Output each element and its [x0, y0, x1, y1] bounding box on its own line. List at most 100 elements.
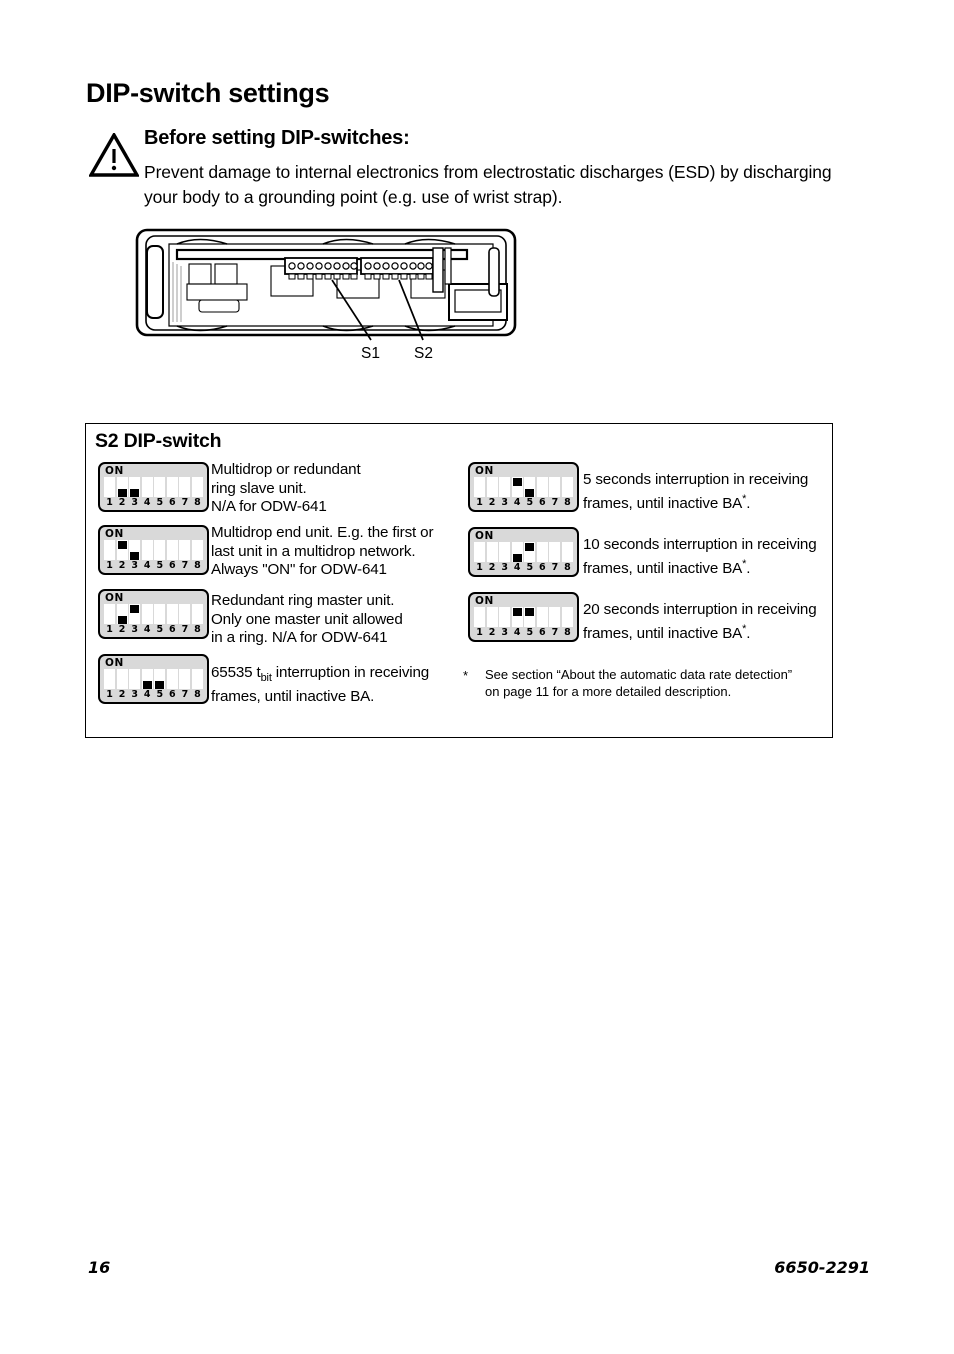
dip-switch-diagram-left-1[interactable]: ON 1 2 3 4 5 6 7 8 — [98, 462, 209, 512]
dip-number-3: 3 — [131, 689, 138, 700]
dip-cell-2[interactable] — [486, 607, 498, 627]
dip-cell-5[interactable] — [524, 607, 536, 627]
dip-number-1: 1 — [106, 560, 113, 571]
dip-cell-5[interactable] — [524, 542, 536, 562]
dip-number-1: 1 — [476, 627, 483, 638]
device-label-s2: S2 — [414, 345, 433, 362]
footnote-line-2: on page 11 for a more detailed descripti… — [485, 684, 732, 699]
dip-cell-2[interactable] — [116, 477, 128, 497]
dip-entry-description-right-2: 10 seconds interruption in receiving fra… — [583, 536, 817, 578]
dip-knob — [525, 607, 535, 616]
dip-cell-3[interactable] — [499, 607, 511, 627]
dip-cell-4[interactable] — [141, 477, 153, 497]
dip-on-label: ON — [105, 465, 124, 477]
dip-cell-3[interactable] — [129, 477, 141, 497]
dip-cell-8[interactable] — [191, 540, 203, 560]
dip-cell-8[interactable] — [191, 604, 203, 624]
dip-cell-4[interactable] — [141, 669, 153, 689]
dip-number-7: 7 — [551, 627, 559, 638]
warning-body: Prevent damage to internal electronics f… — [144, 160, 844, 210]
dip-cell-1[interactable] — [104, 669, 116, 689]
dip-number-7: 7 — [181, 560, 189, 571]
dip-number-4: 4 — [513, 562, 521, 573]
dip-number-8: 8 — [564, 497, 571, 508]
dip-entry-description-left-3: Redundant ring master unit. Only one mas… — [211, 592, 403, 648]
dip-cell-4[interactable] — [511, 477, 523, 497]
dip-cell-3[interactable] — [129, 540, 141, 560]
dip-cell-3[interactable] — [499, 477, 511, 497]
dip-switch-diagram-left-2[interactable]: ON 1 2 3 4 5 6 7 8 — [98, 525, 209, 575]
dip-number-3: 3 — [501, 562, 508, 573]
warning-body-line-1: Prevent damage to internal electronics f… — [144, 162, 716, 182]
dip-cell-4[interactable] — [141, 604, 153, 624]
dip-cell-7[interactable] — [549, 542, 561, 562]
dip-cell-7[interactable] — [179, 477, 191, 497]
entry-text-suffix: . — [746, 624, 751, 642]
dip-cell-1[interactable] — [474, 477, 486, 497]
dip-cell-8[interactable] — [561, 477, 573, 497]
dip-cell-4[interactable] — [141, 540, 153, 560]
dip-cell-1[interactable] — [104, 540, 116, 560]
dip-switch-diagram-right-1[interactable]: ON 1 2 3 4 5 6 7 8 — [468, 462, 579, 512]
dip-cell-8[interactable] — [561, 542, 573, 562]
dip-cell-2[interactable] — [116, 669, 128, 689]
dip-cell-6[interactable] — [536, 542, 548, 562]
footer-page-number: 16 — [88, 1258, 111, 1277]
dip-cell-1[interactable] — [474, 607, 486, 627]
dip-on-label: ON — [105, 528, 124, 540]
entry-line-2: Only one master unit allowed — [211, 610, 403, 628]
footnote-marker: * — [463, 668, 469, 683]
dip-on-label: ON — [105, 657, 124, 669]
dip-cell-3[interactable] — [129, 669, 141, 689]
dip-cell-4[interactable] — [511, 607, 523, 627]
dip-cell-2[interactable] — [116, 540, 128, 560]
dip-cell-8[interactable] — [561, 607, 573, 627]
dip-cell-6[interactable] — [166, 540, 178, 560]
dip-cell-7[interactable] — [179, 604, 191, 624]
dip-cell-6[interactable] — [536, 607, 548, 627]
dip-cell-6[interactable] — [166, 669, 178, 689]
dip-cell-4[interactable] — [511, 542, 523, 562]
dip-cell-6[interactable] — [166, 477, 178, 497]
dip-number-1: 1 — [106, 497, 113, 508]
entry-tbit-rest: interruption in receiving — [271, 664, 430, 681]
dip-cell-5[interactable] — [154, 604, 166, 624]
dip-number-2: 2 — [488, 562, 496, 573]
dip-cell-2[interactable] — [486, 477, 498, 497]
dip-switch-diagram-right-2[interactable]: ON 1 2 3 4 5 6 7 8 — [468, 527, 579, 577]
dip-number-4: 4 — [513, 497, 521, 508]
dip-cell-1[interactable] — [104, 604, 116, 624]
dip-cell-6[interactable] — [536, 477, 548, 497]
dip-number-7: 7 — [181, 624, 189, 635]
entry-line-1: Multidrop or redundant — [211, 461, 361, 478]
dip-cell-7[interactable] — [549, 607, 561, 627]
dip-switch-diagram-left-4[interactable]: ON 1 2 3 4 5 6 7 8 — [98, 654, 209, 704]
dip-cell-3[interactable] — [499, 542, 511, 562]
dip-cell-5[interactable] — [154, 477, 166, 497]
dip-cell-6[interactable] — [166, 604, 178, 624]
dip-cell-7[interactable] — [549, 477, 561, 497]
dip-number-8: 8 — [564, 562, 571, 573]
dip-switch-diagram-left-3[interactable]: ON 1 2 3 4 5 6 7 8 — [98, 589, 209, 639]
dip-number-3: 3 — [501, 497, 508, 508]
dip-switch-diagram-right-3[interactable]: ON 1 2 3 4 5 6 7 8 — [468, 592, 579, 642]
dip-cell-7[interactable] — [179, 669, 191, 689]
dip-cell-1[interactable] — [474, 542, 486, 562]
dip-cell-3[interactable] — [129, 604, 141, 624]
dip-cell-8[interactable] — [191, 477, 203, 497]
dip-cell-5[interactable] — [154, 540, 166, 560]
dip-cell-5[interactable] — [524, 477, 536, 497]
dip-cell-8[interactable] — [191, 669, 203, 689]
entry-line-2: frames, until inactive BA*. — [583, 490, 808, 514]
dip-cell-5[interactable] — [154, 669, 166, 689]
dip-number-1: 1 — [476, 562, 483, 573]
entry-text-suffix: . — [746, 559, 751, 577]
dip-cell-2[interactable] — [116, 604, 128, 624]
dip-entry-description-right-1: 5 seconds interruption in receiving fram… — [583, 471, 808, 513]
dip-cells — [104, 604, 203, 624]
dip-number-7: 7 — [551, 497, 559, 508]
dip-cell-7[interactable] — [179, 540, 191, 560]
dip-cell-1[interactable] — [104, 477, 116, 497]
entry-line-2: frames, until inactive BA*. — [583, 620, 817, 644]
dip-cell-2[interactable] — [486, 542, 498, 562]
